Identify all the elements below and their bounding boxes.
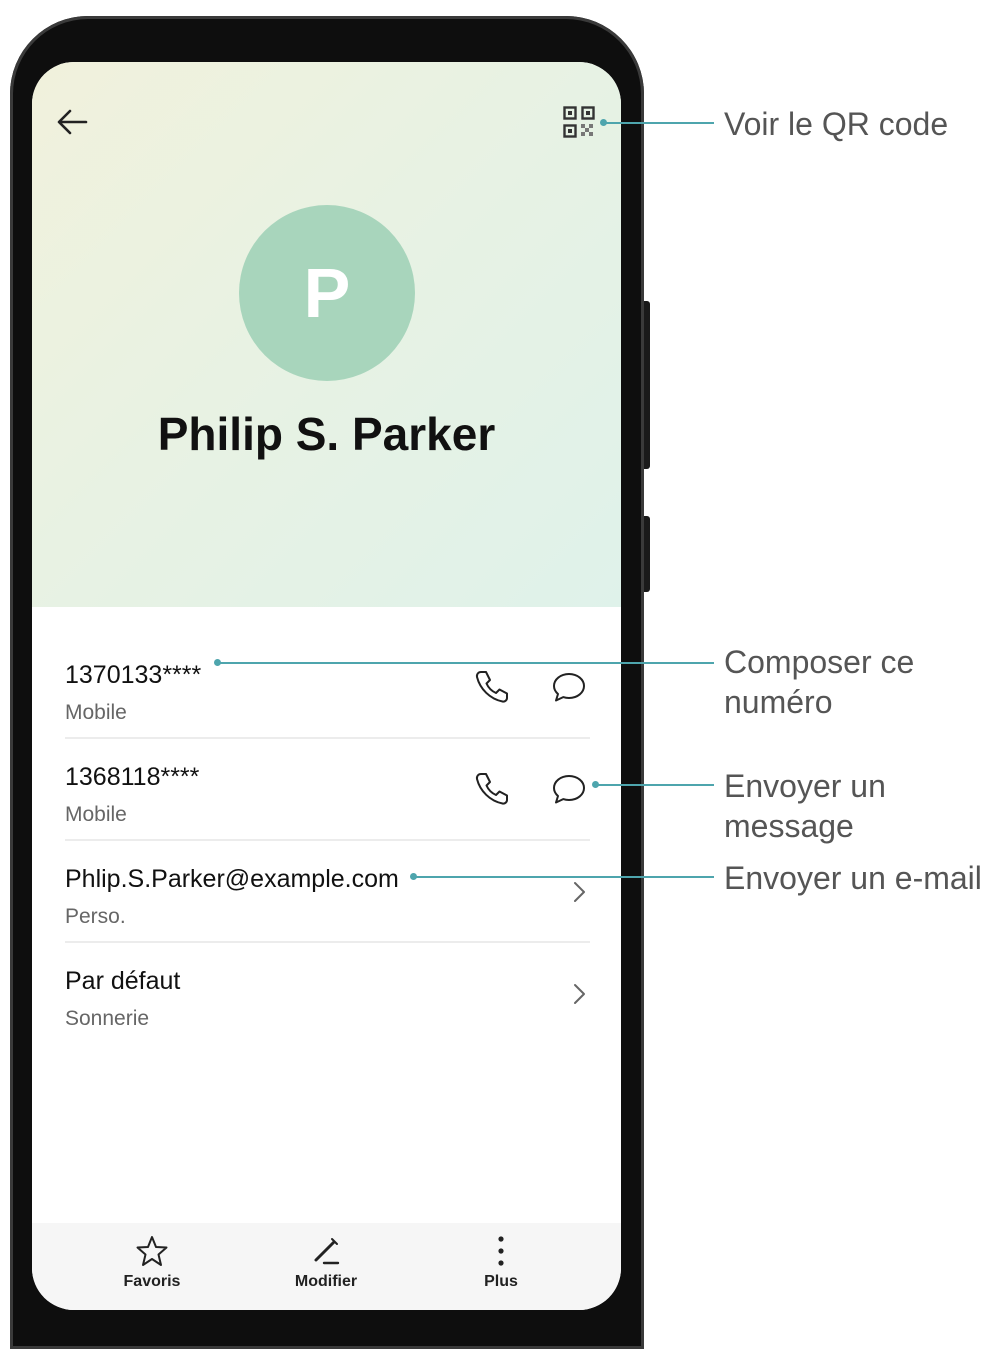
more-vertical-icon [498,1236,504,1266]
contact-screen: P Philip S. Parker 1370133**** Mobile 13… [32,62,621,1310]
plus-button[interactable]: Plus [441,1233,561,1303]
contact-name: Philip S. Parker [157,408,496,460]
chevron-right-icon [565,980,593,1008]
pencil-icon [314,1238,340,1265]
plus-label: Plus [484,1273,518,1290]
callout-qr: Voir le QR code [724,106,949,142]
ringtone-value: Par défaut [65,967,181,995]
phone-icon[interactable] [471,769,511,809]
phone-icon[interactable] [471,667,511,707]
phone-number: 1370133**** [65,661,202,689]
callout-line [414,876,714,878]
callout-email: Envoyer un e-mail [724,860,982,896]
modifier-label: Modifier [294,1273,358,1290]
callout-line [604,122,714,124]
bottom-action-bar: Favoris Modifier Plus [32,1223,621,1310]
phone-type: Mobile [65,803,127,826]
favoris-label: Favoris [123,1273,181,1290]
contact-header: P Philip S. Parker [32,62,621,607]
email-type: Perso. [65,905,126,928]
callout-line [218,662,714,664]
phone-row-2[interactable]: 1368118**** Mobile [65,739,590,841]
message-icon[interactable] [549,769,589,809]
modifier-button[interactable]: Modifier [266,1233,386,1303]
ringtone-row[interactable]: Par défaut Sonnerie [65,943,590,1045]
callout-msg-line2: message [724,808,854,844]
star-icon [136,1236,168,1266]
phone-row-1[interactable]: 1370133**** Mobile [65,637,590,739]
favoris-button[interactable]: Favoris [92,1233,212,1303]
callout-call-line2: numéro [724,684,833,720]
avatar-initial: P [303,254,351,332]
callout-msg-line1: Envoyer un [724,768,886,804]
email-address: Phlip.S.Parker@example.com [65,865,399,893]
phone-frame: P Philip S. Parker 1370133**** Mobile 13… [10,16,650,1349]
email-row[interactable]: Phlip.S.Parker@example.com Perso. [65,841,590,943]
avatar: P [239,205,415,381]
callout-line [596,784,714,786]
phone-number: 1368118**** [65,763,200,791]
ringtone-label: Sonnerie [65,1007,150,1030]
back-arrow-icon[interactable] [52,102,92,142]
callout-call-line1: Composer ce [724,644,915,680]
chevron-right-icon [565,878,593,906]
message-icon[interactable] [549,667,589,707]
phone-type: Mobile [65,701,127,724]
qr-code-icon[interactable] [563,106,595,138]
volume-button [644,301,650,469]
power-button [644,516,650,592]
